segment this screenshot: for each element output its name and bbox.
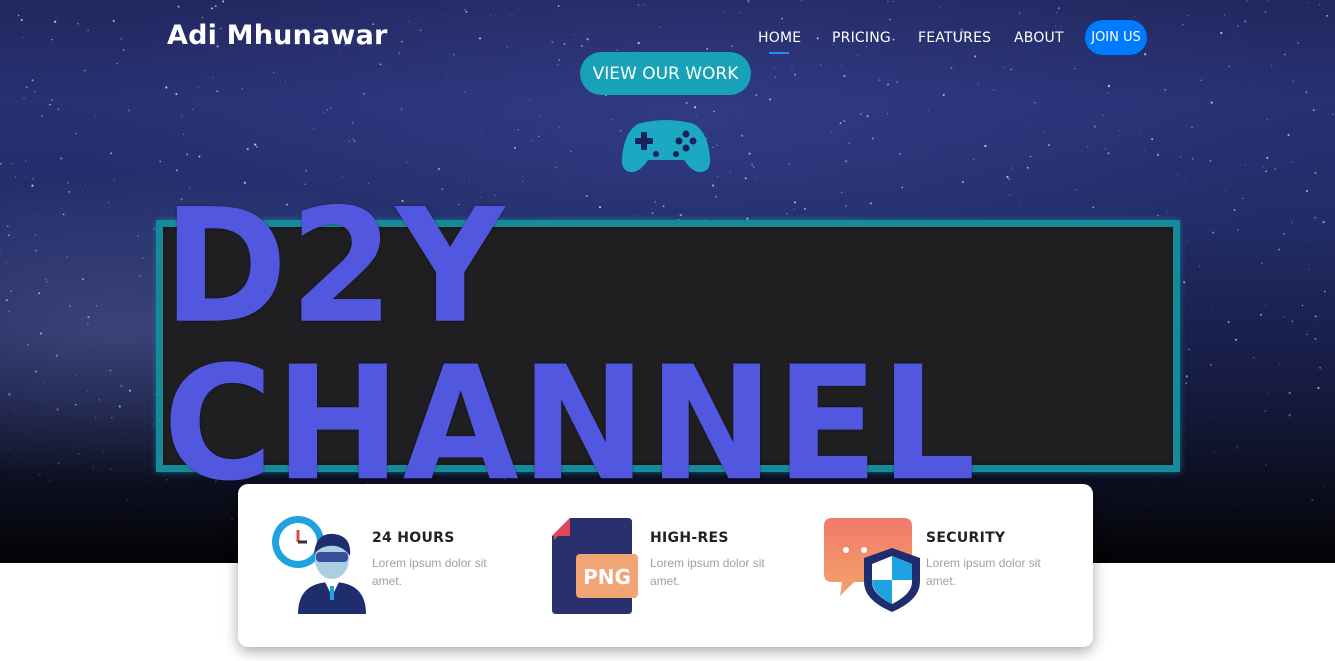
nav-pricing[interactable]: PRICING: [832, 30, 891, 46]
feature-title: HIGH-RES: [650, 530, 729, 546]
view-our-work-button[interactable]: VIEW OUR WORK: [580, 52, 751, 95]
nav-home[interactable]: HOME: [758, 30, 801, 46]
join-us-button[interactable]: JOIN US: [1085, 20, 1147, 55]
nav-active-indicator: [769, 52, 789, 54]
feature-title: SECURITY: [926, 530, 1006, 546]
feature-text: Lorem ipsum dolor sit amet.: [926, 556, 1041, 588]
nav-features[interactable]: FEATURES: [918, 30, 991, 46]
brand-logo[interactable]: Adi Mhunawar: [167, 20, 388, 51]
clock-person-icon: [272, 516, 366, 614]
features-card: 24 HOURS Lorem ipsum dolor sit amet. PNG…: [238, 484, 1093, 647]
gamepad-icon: [621, 120, 711, 172]
banner-title: D2Y CHANNEL: [163, 175, 978, 517]
feature-title: 24 HOURS: [372, 530, 455, 546]
feature-text: Lorem ipsum dolor sit amet.: [650, 556, 765, 588]
shield-chat-icon: [824, 518, 920, 612]
hero-section: Adi Mhunawar HOME PRICING FEATURES ABOUT…: [0, 0, 1335, 563]
svg-text:PNG: PNG: [583, 565, 631, 589]
png-file-icon: PNG: [552, 518, 638, 614]
feature-text: Lorem ipsum dolor sit amet.: [372, 556, 487, 588]
channel-banner: D2Y CHANNEL: [156, 175, 1180, 517]
nav-about[interactable]: ABOUT: [1014, 30, 1064, 46]
